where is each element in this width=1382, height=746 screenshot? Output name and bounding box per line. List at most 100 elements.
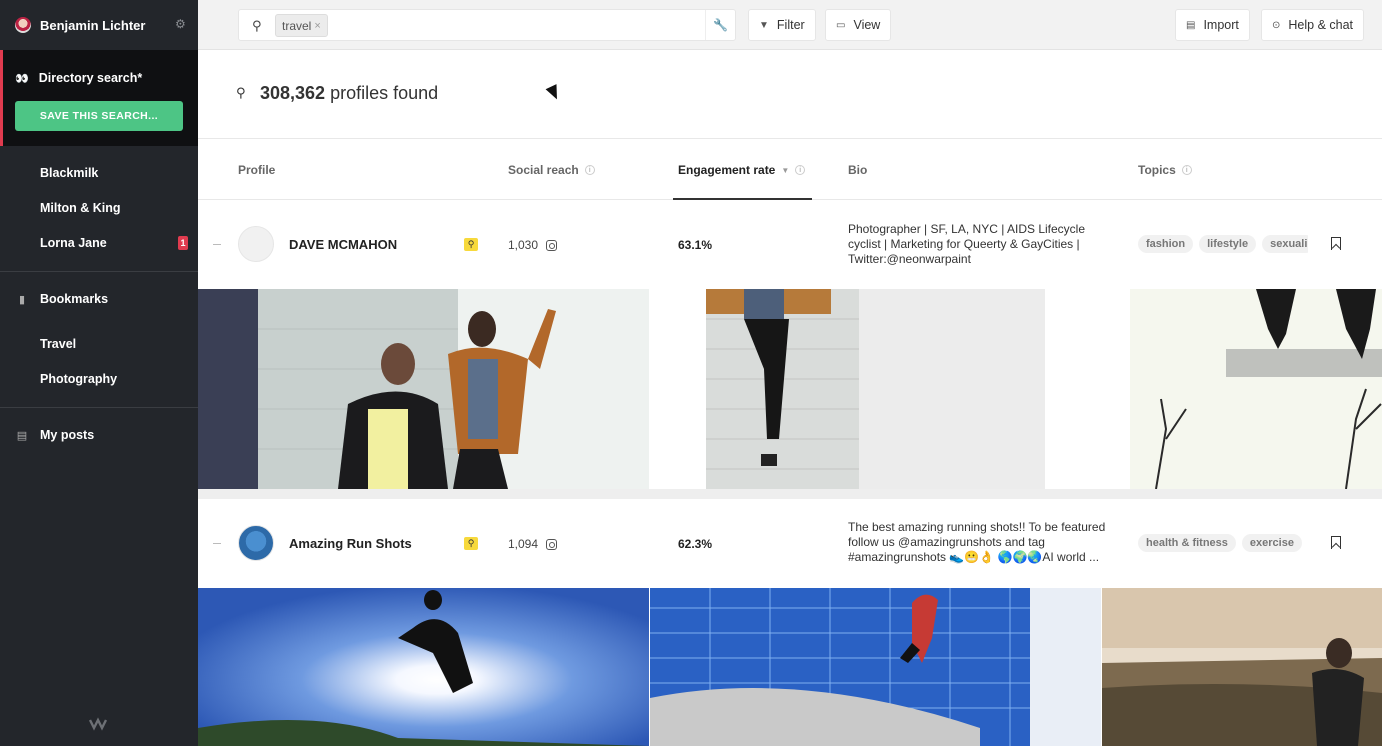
directory-search-label: Directory search* <box>38 71 143 85</box>
sidebar: Benjamin Lichter ⚙ 👀 Directory search* S… <box>0 0 198 746</box>
help-icon: ⊙ <box>1272 19 1281 31</box>
app: Benjamin Lichter ⚙ 👀 Directory search* S… <box>0 0 1382 746</box>
col-engagement-label: Engagement rate <box>678 163 776 177</box>
reach-value: 1,094 <box>508 537 539 551</box>
profile-bio: Photographer | SF, LA, NYC | AIDS Lifecy… <box>848 222 1086 266</box>
search-match-icon: ⚲ <box>464 238 478 251</box>
view-button[interactable]: ▭ View <box>825 9 892 41</box>
import-button[interactable]: ▤ Import <box>1175 9 1250 41</box>
sidebar-divider <box>0 271 198 272</box>
wrench-icon[interactable]: 🔧 <box>705 10 735 40</box>
instagram-icon <box>546 538 558 550</box>
post-photo[interactable] <box>1102 588 1382 746</box>
search-input[interactable]: ⚲ travel × 🔧 <box>238 9 736 41</box>
topics-list: health & fitness exercise <box>1138 534 1308 552</box>
save-search-button[interactable]: SAVE THIS SEARCH... <box>15 101 183 131</box>
bookmark-icon[interactable] <box>1331 536 1341 549</box>
topics-list: fashion lifestyle sexuali <box>1138 235 1308 253</box>
notification-badge: 1 <box>178 236 188 250</box>
row-separator <box>198 489 1382 499</box>
filter-icon: ▼ <box>759 19 769 31</box>
sidebar-bookmarks[interactable]: ▮ Bookmarks <box>16 292 108 306</box>
col-engagement-rate[interactable]: Engagement rate ▼ i <box>678 163 806 177</box>
results-summary: ⚲ 308,362 profiles found <box>198 50 1382 139</box>
engagement-rate: 62.3% <box>678 537 713 551</box>
avatar <box>238 226 274 262</box>
sidebar-my-posts[interactable]: ▤ My posts <box>16 428 94 442</box>
bookmark-icon: ▮ <box>18 293 26 306</box>
col-topics-label: Topics <box>1138 163 1176 177</box>
user-menu[interactable]: Benjamin Lichter ⚙ <box>0 0 198 50</box>
topic-tag[interactable]: exercise <box>1241 534 1302 552</box>
post-photos-strip <box>198 289 1382 489</box>
col-profile-label: Profile <box>238 163 276 177</box>
sidebar-item-milton-king[interactable]: Milton & King <box>40 201 121 215</box>
sidebar-item-photography[interactable]: Photography <box>40 372 117 386</box>
collapse-icon[interactable] <box>213 244 221 245</box>
help-label: Help & chat <box>1288 18 1354 32</box>
post-photo[interactable] <box>198 588 649 746</box>
sidebar-item-blackmilk[interactable]: Blackmilk <box>40 166 98 180</box>
info-icon[interactable]: i <box>584 165 595 175</box>
filter-label: Filter <box>776 18 805 32</box>
bookmark-icon[interactable] <box>1331 237 1341 250</box>
view-label: View <box>853 18 881 32</box>
engagement-rate: 63.1% <box>678 238 713 252</box>
profile-bio: The best amazing running shots!! To be f… <box>848 520 1106 564</box>
table-row[interactable]: DAVE MCMAHON ⚲ 1,030 63.1% Photographer … <box>198 200 1382 289</box>
info-icon[interactable]: i <box>1181 165 1192 175</box>
topic-tag[interactable]: lifestyle <box>1199 235 1257 253</box>
post-photo[interactable] <box>1046 289 1382 489</box>
import-icon: ▤ <box>1186 19 1196 31</box>
results-count-number: 308,362 <box>260 83 326 103</box>
topic-tag[interactable]: health & fitness <box>1138 534 1236 552</box>
app-logo-icon <box>89 717 107 731</box>
table-header: Profile Social reach i Engagement rate ▼ i … <box>198 139 1382 200</box>
remove-chip-icon[interactable]: × <box>314 20 320 32</box>
table-row[interactable]: Amazing Run Shots ⚲ 1,094 62.3% The best… <box>198 499 1382 588</box>
search-chip[interactable]: travel × <box>275 14 328 37</box>
search-match-icon: ⚲ <box>464 537 478 550</box>
directory-search-title: 👀 Directory search* <box>15 71 142 85</box>
col-social-reach-label: Social reach <box>508 163 579 177</box>
collapse-icon[interactable] <box>213 543 221 544</box>
topic-tag[interactable]: sexuali <box>1262 235 1308 253</box>
post-photos-strip <box>198 588 1382 746</box>
info-icon[interactable]: i <box>795 165 806 175</box>
profile-name[interactable]: Amazing Run Shots <box>289 536 412 551</box>
col-social-reach[interactable]: Social reach i <box>508 163 595 177</box>
social-reach: 1,030 <box>508 238 558 252</box>
results-count-suffix: profiles found <box>330 83 439 103</box>
reach-value: 1,030 <box>508 238 539 252</box>
results-count: 308,362 profiles found <box>260 83 438 104</box>
col-bio-label: Bio <box>848 163 868 177</box>
filter-button[interactable]: ▼ Filter <box>748 9 816 41</box>
gear-icon[interactable]: ⚙ <box>175 18 187 30</box>
col-topics[interactable]: Topics i <box>1138 163 1192 177</box>
avatar <box>238 525 274 561</box>
import-label: Import <box>1203 18 1239 32</box>
view-icon: ▭ <box>836 19 846 31</box>
topic-tag[interactable]: fashion <box>1138 235 1194 253</box>
profile-name[interactable]: DAVE MCMAHON <box>289 237 397 252</box>
search-icon: ⚲ <box>236 85 246 100</box>
bookmarks-label: Bookmarks <box>40 292 109 306</box>
post-photo[interactable] <box>649 289 1046 489</box>
social-reach: 1,094 <box>508 537 558 551</box>
sidebar-item-lorna-jane[interactable]: Lorna Jane <box>40 236 107 250</box>
instagram-icon <box>546 239 558 251</box>
active-directory-search[interactable]: 👀 Directory search* SAVE THIS SEARCH... <box>0 50 198 146</box>
post-photo[interactable] <box>198 289 649 489</box>
sidebar-item-travel[interactable]: Travel <box>40 337 76 351</box>
user-name: Benjamin Lichter <box>40 17 146 33</box>
user-avatar <box>15 17 31 33</box>
my-posts-label: My posts <box>40 428 95 442</box>
help-chat-button[interactable]: ⊙ Help & chat <box>1261 9 1365 41</box>
sort-desc-icon: ▼ <box>781 165 790 175</box>
search-chip-label: travel <box>282 18 312 33</box>
binoculars-icon: 👀 <box>15 72 29 85</box>
sidebar-divider <box>0 407 198 408</box>
col-profile[interactable]: Profile <box>238 163 275 177</box>
col-bio[interactable]: Bio <box>848 163 867 177</box>
post-photo[interactable] <box>650 588 1101 746</box>
